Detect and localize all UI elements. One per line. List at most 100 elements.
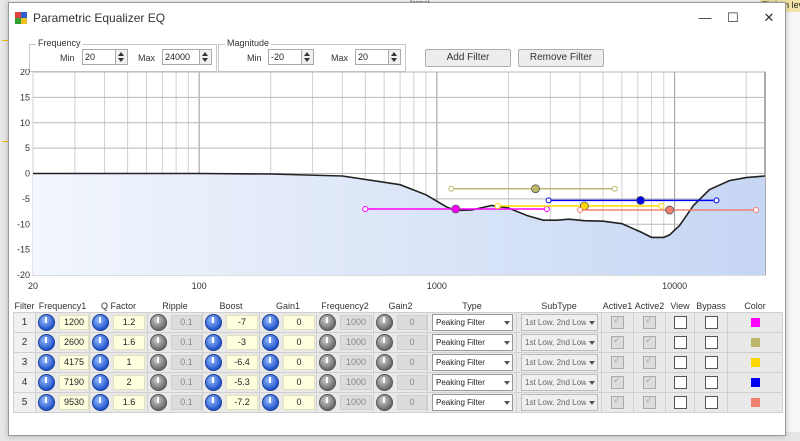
subtype-cell[interactable]: 1st Low, 2nd Low	[516, 352, 602, 373]
chevron-down-icon[interactable]	[586, 375, 597, 390]
type-cell[interactable]: Peaking Filter	[427, 352, 517, 373]
gain1-value[interactable]: 0	[283, 395, 315, 410]
q-factor-value[interactable]: 1	[113, 355, 145, 370]
view-cell[interactable]	[665, 372, 695, 393]
frequency1-value[interactable]: 9530	[59, 395, 89, 410]
frequency-max-value[interactable]: 24000	[165, 50, 190, 64]
gain1-value[interactable]: 0	[283, 335, 315, 350]
subtype-dropdown[interactable]: 1st Low, 2nd Low	[521, 354, 598, 371]
boost-cell[interactable]: -6.4	[202, 352, 260, 373]
view-checkbox[interactable]	[673, 356, 687, 369]
ripple-cell[interactable]: 0.1	[147, 392, 203, 413]
knob-icon[interactable]	[38, 374, 55, 391]
type-cell[interactable]: Peaking Filter	[427, 332, 517, 353]
subtype-cell[interactable]: 1st Low, 2nd Low	[516, 312, 602, 333]
gain1-value[interactable]: 0	[283, 355, 315, 370]
subtype-dropdown[interactable]: 1st Low, 2nd Low	[521, 314, 598, 331]
type-dropdown[interactable]: Peaking Filter	[432, 374, 513, 391]
gain1-cell[interactable]: 0	[259, 312, 317, 333]
color-swatch[interactable]	[750, 358, 760, 367]
type-dropdown[interactable]: Peaking Filter	[432, 314, 513, 331]
bypass-cell[interactable]	[694, 332, 728, 353]
knob-icon[interactable]	[38, 354, 55, 371]
knob-icon[interactable]	[376, 354, 393, 371]
subtype-cell[interactable]: 1st Low, 2nd Low	[516, 332, 602, 353]
q-factor-cell[interactable]: 1	[89, 352, 148, 373]
gain1-cell[interactable]: 0	[259, 332, 317, 353]
magnitude-min-spinner[interactable]: -20	[268, 49, 314, 65]
boost-cell[interactable]: -3	[202, 332, 260, 353]
chevron-down-icon[interactable]	[501, 315, 512, 330]
knob-icon[interactable]	[376, 314, 393, 331]
frequency-min-value[interactable]: 20	[85, 50, 95, 64]
boost-value[interactable]: -6.4	[226, 355, 258, 370]
gain1-value[interactable]: 0	[283, 315, 315, 330]
knob-icon[interactable]	[92, 314, 109, 331]
knob-icon[interactable]	[92, 394, 109, 411]
gain2-cell[interactable]: 0	[373, 332, 428, 353]
frequency-max-spinner[interactable]: 24000	[162, 49, 212, 65]
ripple-cell[interactable]: 0.1	[147, 312, 203, 333]
knob-icon[interactable]	[262, 334, 279, 351]
knob-icon[interactable]	[205, 354, 222, 371]
chevron-down-icon[interactable]	[501, 395, 512, 410]
view-checkbox[interactable]	[673, 396, 687, 409]
color-cell[interactable]	[727, 352, 783, 373]
type-cell[interactable]: Peaking Filter	[427, 372, 517, 393]
boost-cell[interactable]: -7	[202, 312, 260, 333]
frequency1-cell[interactable]: 4175	[35, 352, 90, 373]
subtype-dropdown[interactable]: 1st Low, 2nd Low	[521, 334, 598, 351]
frequency2-cell[interactable]: 1000	[316, 372, 374, 393]
gain1-cell[interactable]: 0	[259, 372, 317, 393]
bypass-checkbox[interactable]	[704, 376, 718, 389]
q-factor-cell[interactable]: 1.6	[89, 332, 148, 353]
boost-value[interactable]: -7	[226, 315, 258, 330]
chevron-down-icon[interactable]	[586, 395, 597, 410]
gain2-cell[interactable]: 0	[373, 312, 428, 333]
bypass-cell[interactable]	[694, 372, 728, 393]
knob-icon[interactable]	[262, 374, 279, 391]
boost-cell[interactable]: -7.2	[202, 392, 260, 413]
knob-icon[interactable]	[92, 354, 109, 371]
table-row[interactable]: 4 7190 2 0.1 -5.3 0 1000 0 Peaking Filter 1st Low…	[13, 372, 783, 393]
knob-icon[interactable]	[150, 354, 167, 371]
subtype-dropdown[interactable]: 1st Low, 2nd Low	[521, 374, 598, 391]
add-filter-button[interactable]: Add Filter	[425, 49, 511, 67]
knob-icon[interactable]	[319, 314, 336, 331]
q-factor-cell[interactable]: 1.6	[89, 392, 148, 413]
view-cell[interactable]	[665, 332, 695, 353]
ripple-cell[interactable]: 0.1	[147, 332, 203, 353]
knob-icon[interactable]	[376, 374, 393, 391]
q-factor-cell[interactable]: 2	[89, 372, 148, 393]
magnitude-max-value[interactable]: 20	[358, 50, 368, 64]
chevron-down-icon[interactable]	[501, 335, 512, 350]
q-factor-value[interactable]: 1.2	[113, 315, 145, 330]
frequency-min-spinner[interactable]: 20	[82, 49, 128, 65]
color-cell[interactable]	[727, 372, 783, 393]
close-button[interactable]: ✕	[749, 5, 789, 31]
view-cell[interactable]	[665, 352, 695, 373]
frequency-response-chart[interactable]: 20151050-5-10-15-2020 100 1000 10000	[9, 69, 785, 299]
knob-icon[interactable]	[205, 334, 222, 351]
frequency1-cell[interactable]: 2600	[35, 332, 90, 353]
bypass-cell[interactable]	[694, 352, 728, 373]
knob-icon[interactable]	[262, 354, 279, 371]
gain2-cell[interactable]: 0	[373, 392, 428, 413]
ripple-cell[interactable]: 0.1	[147, 352, 203, 373]
gain1-cell[interactable]: 0	[259, 352, 317, 373]
frequency1-cell[interactable]: 7190	[35, 372, 90, 393]
type-cell[interactable]: Peaking Filter	[427, 312, 517, 333]
knob-icon[interactable]	[150, 314, 167, 331]
frequency2-cell[interactable]: 1000	[316, 352, 374, 373]
table-row[interactable]: 3 4175 1 0.1 -6.4 0 1000 0 Peaking Filter 1st Low…	[13, 352, 783, 373]
subtype-cell[interactable]: 1st Low, 2nd Low	[516, 372, 602, 393]
chevron-down-icon[interactable]	[586, 335, 597, 350]
table-row[interactable]: 1 1200 1.2 0.1 -7 0 1000 0 Peaking Filter 1st Low…	[13, 312, 783, 333]
chevron-down-icon[interactable]	[501, 355, 512, 370]
type-cell[interactable]: Peaking Filter	[427, 392, 517, 413]
spinner-arrows-icon[interactable]	[199, 50, 211, 64]
frequency1-cell[interactable]: 1200	[35, 312, 90, 333]
knob-icon[interactable]	[38, 394, 55, 411]
bypass-checkbox[interactable]	[704, 336, 718, 349]
knob-icon[interactable]	[319, 394, 336, 411]
